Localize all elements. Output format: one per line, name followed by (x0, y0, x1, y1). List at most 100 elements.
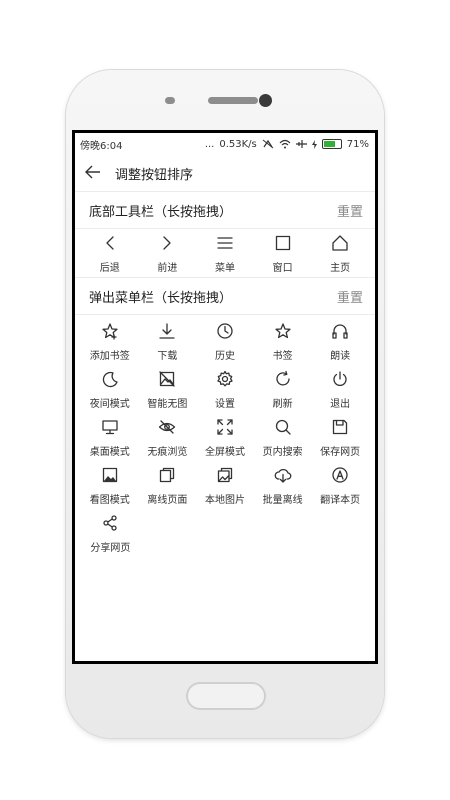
toolbar-item-label: 主页 (330, 263, 351, 274)
menu-item-bookmark[interactable]: 书签 (254, 315, 312, 363)
popup-menu-header: 弹出菜单栏（长按拖拽） 重置 (75, 278, 375, 315)
back-arrow-icon[interactable] (85, 163, 115, 184)
page-title: 调整按钮排序 (115, 167, 194, 183)
popup-menu-reset-button[interactable]: 重置 (337, 287, 363, 306)
status-dots: ... (204, 138, 215, 150)
toolbar-item-label: 菜单 (214, 263, 235, 274)
menu-item-refresh[interactable]: 刷新 (254, 363, 312, 411)
menu-item-download[interactable]: 下载 (139, 315, 197, 363)
bookmark-icon (274, 323, 291, 339)
status-bar: 傍晚6:04 ... 0.53K/s 71% (75, 133, 375, 155)
menu-grid-row: 分享网页 (75, 507, 375, 555)
status-time: 傍晚6:04 (80, 140, 123, 152)
menu-item-headphones[interactable]: 朗读 (311, 315, 369, 363)
gear-icon (217, 370, 233, 387)
back-chevron-icon (106, 236, 114, 250)
history-icon (217, 323, 233, 339)
power-icon (333, 371, 347, 386)
refresh-icon (275, 370, 290, 386)
menu-item-image[interactable]: 看图模式 (81, 459, 139, 507)
app-screen: 傍晚6:04 ... 0.53K/s 71% 调整按钮排序 底部工具栏（长按拖拽… (75, 133, 375, 661)
window-icon (275, 235, 290, 251)
toolbar-item-label: 前进 (157, 263, 178, 274)
add-bookmark-icon (102, 323, 118, 340)
menu-item-label: 添加书签 (89, 351, 130, 362)
menu-item-label: 桌面模式 (89, 447, 130, 458)
title-bar: 调整按钮排序 (75, 155, 375, 192)
forward-chevron-icon (163, 236, 172, 250)
offline-pages-icon (160, 467, 175, 483)
menu-item-label: 保存网页 (320, 447, 361, 458)
toolbar-item-menu[interactable]: 菜单 (196, 229, 254, 277)
menu-item-add-bookmark[interactable]: 添加书签 (81, 315, 139, 363)
home-hardware-button[interactable] (186, 682, 266, 710)
menu-item-incognito-eye[interactable]: 无痕浏览 (139, 411, 197, 459)
menu-item-power[interactable]: 退出 (311, 363, 369, 411)
menu-item-share[interactable]: 分享网页 (81, 507, 140, 555)
airplane-icon (295, 140, 307, 148)
desktop-icon (102, 420, 118, 435)
toolbar-item-window[interactable]: 窗口 (254, 229, 312, 277)
menu-item-offline-pages[interactable]: 离线页面 (139, 459, 197, 507)
menu-item-search[interactable]: 页内搜索 (254, 411, 312, 459)
toolbar-item-label: 窗口 (272, 263, 293, 274)
image-icon (102, 467, 117, 483)
menu-item-translate[interactable]: 翻译本页 (311, 459, 369, 507)
cloud-download-icon (274, 468, 291, 483)
menu-grid-row: 夜间模式 智能无图 设置 刷新 退出 (75, 363, 375, 411)
proximity-sensor (165, 97, 175, 104)
data-sync-icon (262, 139, 274, 149)
menu-grid-row: 添加书签 下载 历史 书签 朗读 (75, 315, 375, 363)
status-indicators: ... 0.53K/s 71% (205, 139, 369, 150)
menu-grid-row: 看图模式 离线页面 本地图片 批量离线 翻译本页 (75, 459, 375, 507)
menu-item-label: 刷新 (272, 399, 293, 410)
menu-item-label: 批量离线 (262, 495, 303, 506)
share-icon (103, 515, 118, 531)
menu-item-no-image[interactable]: 智能无图 (139, 363, 197, 411)
menu-item-gear[interactable]: 设置 (196, 363, 254, 411)
popup-menu-title: 弹出菜单栏（长按拖拽） (89, 290, 233, 306)
menu-grid-row: 桌面模式 无痕浏览 全屏模式 页内搜索 保存网页 (75, 411, 375, 459)
wifi-icon (279, 139, 291, 149)
menu-item-label: 分享网页 (90, 543, 131, 554)
menu-item-fullscreen[interactable]: 全屏模式 (196, 411, 254, 459)
front-camera (259, 94, 272, 107)
menu-item-label: 离线页面 (147, 495, 188, 506)
menu-item-history[interactable]: 历史 (196, 315, 254, 363)
bottom-toolbar-title: 底部工具栏（长按拖拽） (89, 204, 233, 220)
toolbar-item-home[interactable]: 主页 (311, 229, 369, 277)
menu-item-moon[interactable]: 夜间模式 (81, 363, 139, 411)
menu-item-local-images[interactable]: 本地图片 (196, 459, 254, 507)
menu-item-label: 无痕浏览 (147, 447, 188, 458)
menu-item-label: 本地图片 (204, 495, 245, 506)
battery-percent: 71% (346, 138, 369, 150)
no-image-icon (159, 371, 176, 387)
menu-item-label: 书签 (272, 351, 293, 362)
save-icon (333, 419, 348, 435)
menu-item-label: 设置 (214, 399, 235, 410)
menu-item-cloud-download[interactable]: 批量离线 (254, 459, 312, 507)
menu-icon (217, 237, 233, 249)
toolbar-item-back-chevron[interactable]: 后退 (81, 229, 139, 277)
bottom-toolbar-header: 底部工具栏（长按拖拽） 重置 (75, 192, 375, 229)
headphones-icon (332, 324, 348, 339)
search-icon (275, 419, 291, 435)
toolbar-item-forward-chevron[interactable]: 前进 (139, 229, 197, 277)
menu-item-label: 历史 (214, 351, 235, 362)
menu-item-label: 夜间模式 (89, 399, 130, 410)
moon-icon (102, 371, 118, 388)
fullscreen-icon (217, 419, 233, 435)
bottom-toolbar-reset-button[interactable]: 重置 (337, 201, 363, 220)
network-speed: 0.53K/s (219, 138, 257, 150)
menu-item-label: 智能无图 (147, 399, 188, 410)
home-icon (332, 235, 348, 251)
bottom-toolbar-items: 后退 前进 菜单 窗口 主页 (75, 229, 375, 278)
menu-item-save[interactable]: 保存网页 (311, 411, 369, 459)
menu-item-desktop[interactable]: 桌面模式 (81, 411, 139, 459)
local-images-icon (217, 467, 233, 483)
earpiece-speaker (208, 97, 258, 104)
menu-item-label: 全屏模式 (204, 447, 245, 458)
menu-item-label: 页内搜索 (262, 447, 303, 458)
menu-item-label: 退出 (330, 399, 351, 410)
screen: 傍晚6:04 ... 0.53K/s 71% 调整按钮排序 底部工具栏（长按拖拽… (72, 130, 378, 664)
